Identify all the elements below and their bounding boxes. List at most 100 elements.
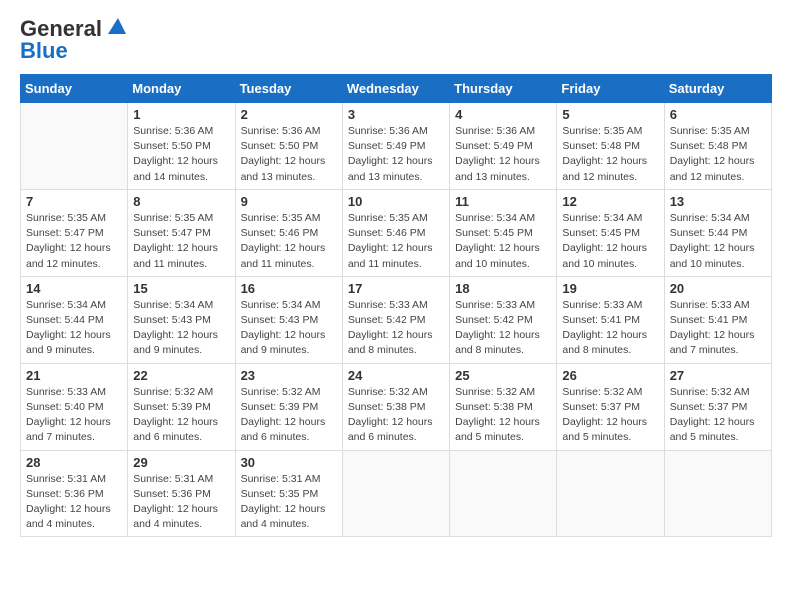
day-info: Sunrise: 5:32 AM Sunset: 5:37 PM Dayligh… (562, 385, 658, 446)
day-info: Sunrise: 5:32 AM Sunset: 5:37 PM Dayligh… (670, 385, 766, 446)
day-info: Sunrise: 5:31 AM Sunset: 5:36 PM Dayligh… (133, 472, 229, 533)
calendar-week-2: 7 Sunrise: 5:35 AM Sunset: 5:47 PM Daylig… (21, 189, 772, 276)
day-number: 7 (26, 194, 122, 209)
day-number: 18 (455, 281, 551, 296)
calendar-cell: 20 Sunrise: 5:33 AM Sunset: 5:41 PM Dayli… (664, 276, 771, 363)
day-number: 5 (562, 107, 658, 122)
calendar-cell: 6 Sunrise: 5:35 AM Sunset: 5:48 PM Daylig… (664, 103, 771, 190)
day-number: 2 (241, 107, 337, 122)
day-number: 20 (670, 281, 766, 296)
calendar-week-4: 21 Sunrise: 5:33 AM Sunset: 5:40 PM Dayli… (21, 363, 772, 450)
calendar-header-row: SundayMondayTuesdayWednesdayThursdayFrid… (21, 75, 772, 103)
day-number: 27 (670, 368, 766, 383)
day-number: 12 (562, 194, 658, 209)
day-number: 1 (133, 107, 229, 122)
calendar-cell: 25Sunrise: 5:32 AM Sunset: 5:38 PM Dayli… (450, 363, 557, 450)
calendar-cell: 27 Sunrise: 5:32 AM Sunset: 5:37 PM Dayli… (664, 363, 771, 450)
calendar-cell: 4 Sunrise: 5:36 AM Sunset: 5:49 PM Daylig… (450, 103, 557, 190)
calendar-cell: 7 Sunrise: 5:35 AM Sunset: 5:47 PM Daylig… (21, 189, 128, 276)
day-number: 8 (133, 194, 229, 209)
day-info: Sunrise: 5:33 AM Sunset: 5:42 PM Dayligh… (348, 298, 444, 359)
calendar-cell: 17 Sunrise: 5:33 AM Sunset: 5:42 PM Dayli… (342, 276, 449, 363)
calendar-cell: 30 Sunrise: 5:31 AM Sunset: 5:35 PM Dayli… (235, 450, 342, 537)
calendar-cell: 1 Sunrise: 5:36 AM Sunset: 5:50 PM Daylig… (128, 103, 235, 190)
day-info: Sunrise: 5:34 AM Sunset: 5:43 PM Dayligh… (241, 298, 337, 359)
day-number: 15 (133, 281, 229, 296)
day-info: Sunrise: 5:34 AM Sunset: 5:44 PM Dayligh… (670, 211, 766, 272)
calendar-cell: 16 Sunrise: 5:34 AM Sunset: 5:43 PM Dayli… (235, 276, 342, 363)
day-number: 23 (241, 368, 337, 383)
day-info: Sunrise: 5:31 AM Sunset: 5:35 PM Dayligh… (241, 472, 337, 533)
day-number: 3 (348, 107, 444, 122)
day-number: 4 (455, 107, 551, 122)
day-info: Sunrise: 5:34 AM Sunset: 5:44 PM Dayligh… (26, 298, 122, 359)
day-info: Sunrise: 5:36 AM Sunset: 5:49 PM Dayligh… (455, 124, 551, 185)
day-info: Sunrise: 5:33 AM Sunset: 5:41 PM Dayligh… (670, 298, 766, 359)
day-info: Sunrise: 5:36 AM Sunset: 5:50 PM Dayligh… (241, 124, 337, 185)
calendar-week-5: 28 Sunrise: 5:31 AM Sunset: 5:36 PM Dayli… (21, 450, 772, 537)
calendar-cell (664, 450, 771, 537)
calendar-header-saturday: Saturday (664, 75, 771, 103)
day-info: Sunrise: 5:34 AM Sunset: 5:43 PM Dayligh… (133, 298, 229, 359)
day-info: Sunrise: 5:32 AM Sunset: 5:38 PM Dayligh… (348, 385, 444, 446)
calendar-cell: 2 Sunrise: 5:36 AM Sunset: 5:50 PM Daylig… (235, 103, 342, 190)
calendar-header-thursday: Thursday (450, 75, 557, 103)
day-info: Sunrise: 5:34 AM Sunset: 5:45 PM Dayligh… (562, 211, 658, 272)
day-number: 9 (241, 194, 337, 209)
calendar-cell: 19 Sunrise: 5:33 AM Sunset: 5:41 PM Dayli… (557, 276, 664, 363)
day-number: 16 (241, 281, 337, 296)
day-number: 21 (26, 368, 122, 383)
logo-icon (104, 16, 126, 38)
calendar-cell (557, 450, 664, 537)
day-info: Sunrise: 5:35 AM Sunset: 5:47 PM Dayligh… (26, 211, 122, 272)
calendar-cell: 26 Sunrise: 5:32 AM Sunset: 5:37 PM Dayli… (557, 363, 664, 450)
day-info: Sunrise: 5:34 AM Sunset: 5:45 PM Dayligh… (455, 211, 551, 272)
logo: General Blue (20, 16, 126, 64)
day-info: Sunrise: 5:33 AM Sunset: 5:41 PM Dayligh… (562, 298, 658, 359)
day-info: Sunrise: 5:36 AM Sunset: 5:50 PM Dayligh… (133, 124, 229, 185)
calendar-cell: 23 Sunrise: 5:32 AM Sunset: 5:39 PM Dayli… (235, 363, 342, 450)
calendar-header-tuesday: Tuesday (235, 75, 342, 103)
day-number: 13 (670, 194, 766, 209)
calendar-cell: 5 Sunrise: 5:35 AM Sunset: 5:48 PM Daylig… (557, 103, 664, 190)
day-number: 22 (133, 368, 229, 383)
day-number: 10 (348, 194, 444, 209)
day-info: Sunrise: 5:32 AM Sunset: 5:39 PM Dayligh… (241, 385, 337, 446)
day-info: Sunrise: 5:36 AM Sunset: 5:49 PM Dayligh… (348, 124, 444, 185)
calendar-cell: 8Sunrise: 5:35 AM Sunset: 5:47 PM Daylig… (128, 189, 235, 276)
calendar-cell (21, 103, 128, 190)
day-info: Sunrise: 5:35 AM Sunset: 5:48 PM Dayligh… (670, 124, 766, 185)
day-info: Sunrise: 5:35 AM Sunset: 5:46 PM Dayligh… (348, 211, 444, 272)
day-info: Sunrise: 5:33 AM Sunset: 5:40 PM Dayligh… (26, 385, 122, 446)
day-number: 29 (133, 455, 229, 470)
day-number: 6 (670, 107, 766, 122)
calendar-cell: 10 Sunrise: 5:35 AM Sunset: 5:46 PM Dayli… (342, 189, 449, 276)
day-number: 11 (455, 194, 551, 209)
day-info: Sunrise: 5:33 AM Sunset: 5:42 PM Dayligh… (455, 298, 551, 359)
day-number: 17 (348, 281, 444, 296)
calendar-cell: 12 Sunrise: 5:34 AM Sunset: 5:45 PM Dayli… (557, 189, 664, 276)
day-number: 19 (562, 281, 658, 296)
calendar-week-1: 1 Sunrise: 5:36 AM Sunset: 5:50 PM Daylig… (21, 103, 772, 190)
calendar-cell: 18 Sunrise: 5:33 AM Sunset: 5:42 PM Dayli… (450, 276, 557, 363)
day-info: Sunrise: 5:35 AM Sunset: 5:48 PM Dayligh… (562, 124, 658, 185)
calendar-cell (342, 450, 449, 537)
day-info: Sunrise: 5:32 AM Sunset: 5:39 PM Dayligh… (133, 385, 229, 446)
day-number: 30 (241, 455, 337, 470)
day-info: Sunrise: 5:31 AM Sunset: 5:36 PM Dayligh… (26, 472, 122, 533)
page-header: General Blue (20, 16, 772, 64)
calendar-cell: 24Sunrise: 5:32 AM Sunset: 5:38 PM Dayli… (342, 363, 449, 450)
calendar-header-wednesday: Wednesday (342, 75, 449, 103)
calendar-cell: 14Sunrise: 5:34 AM Sunset: 5:44 PM Dayli… (21, 276, 128, 363)
day-number: 26 (562, 368, 658, 383)
calendar-cell (450, 450, 557, 537)
calendar-table: SundayMondayTuesdayWednesdayThursdayFrid… (20, 74, 772, 537)
calendar-cell: 22 Sunrise: 5:32 AM Sunset: 5:39 PM Dayli… (128, 363, 235, 450)
calendar-cell: 3 Sunrise: 5:36 AM Sunset: 5:49 PM Daylig… (342, 103, 449, 190)
calendar-cell: 21 Sunrise: 5:33 AM Sunset: 5:40 PM Dayli… (21, 363, 128, 450)
day-number: 25 (455, 368, 551, 383)
calendar-cell: 9Sunrise: 5:35 AM Sunset: 5:46 PM Daylig… (235, 189, 342, 276)
calendar-cell: 15 Sunrise: 5:34 AM Sunset: 5:43 PM Dayli… (128, 276, 235, 363)
day-number: 28 (26, 455, 122, 470)
calendar-cell: 29 Sunrise: 5:31 AM Sunset: 5:36 PM Dayli… (128, 450, 235, 537)
